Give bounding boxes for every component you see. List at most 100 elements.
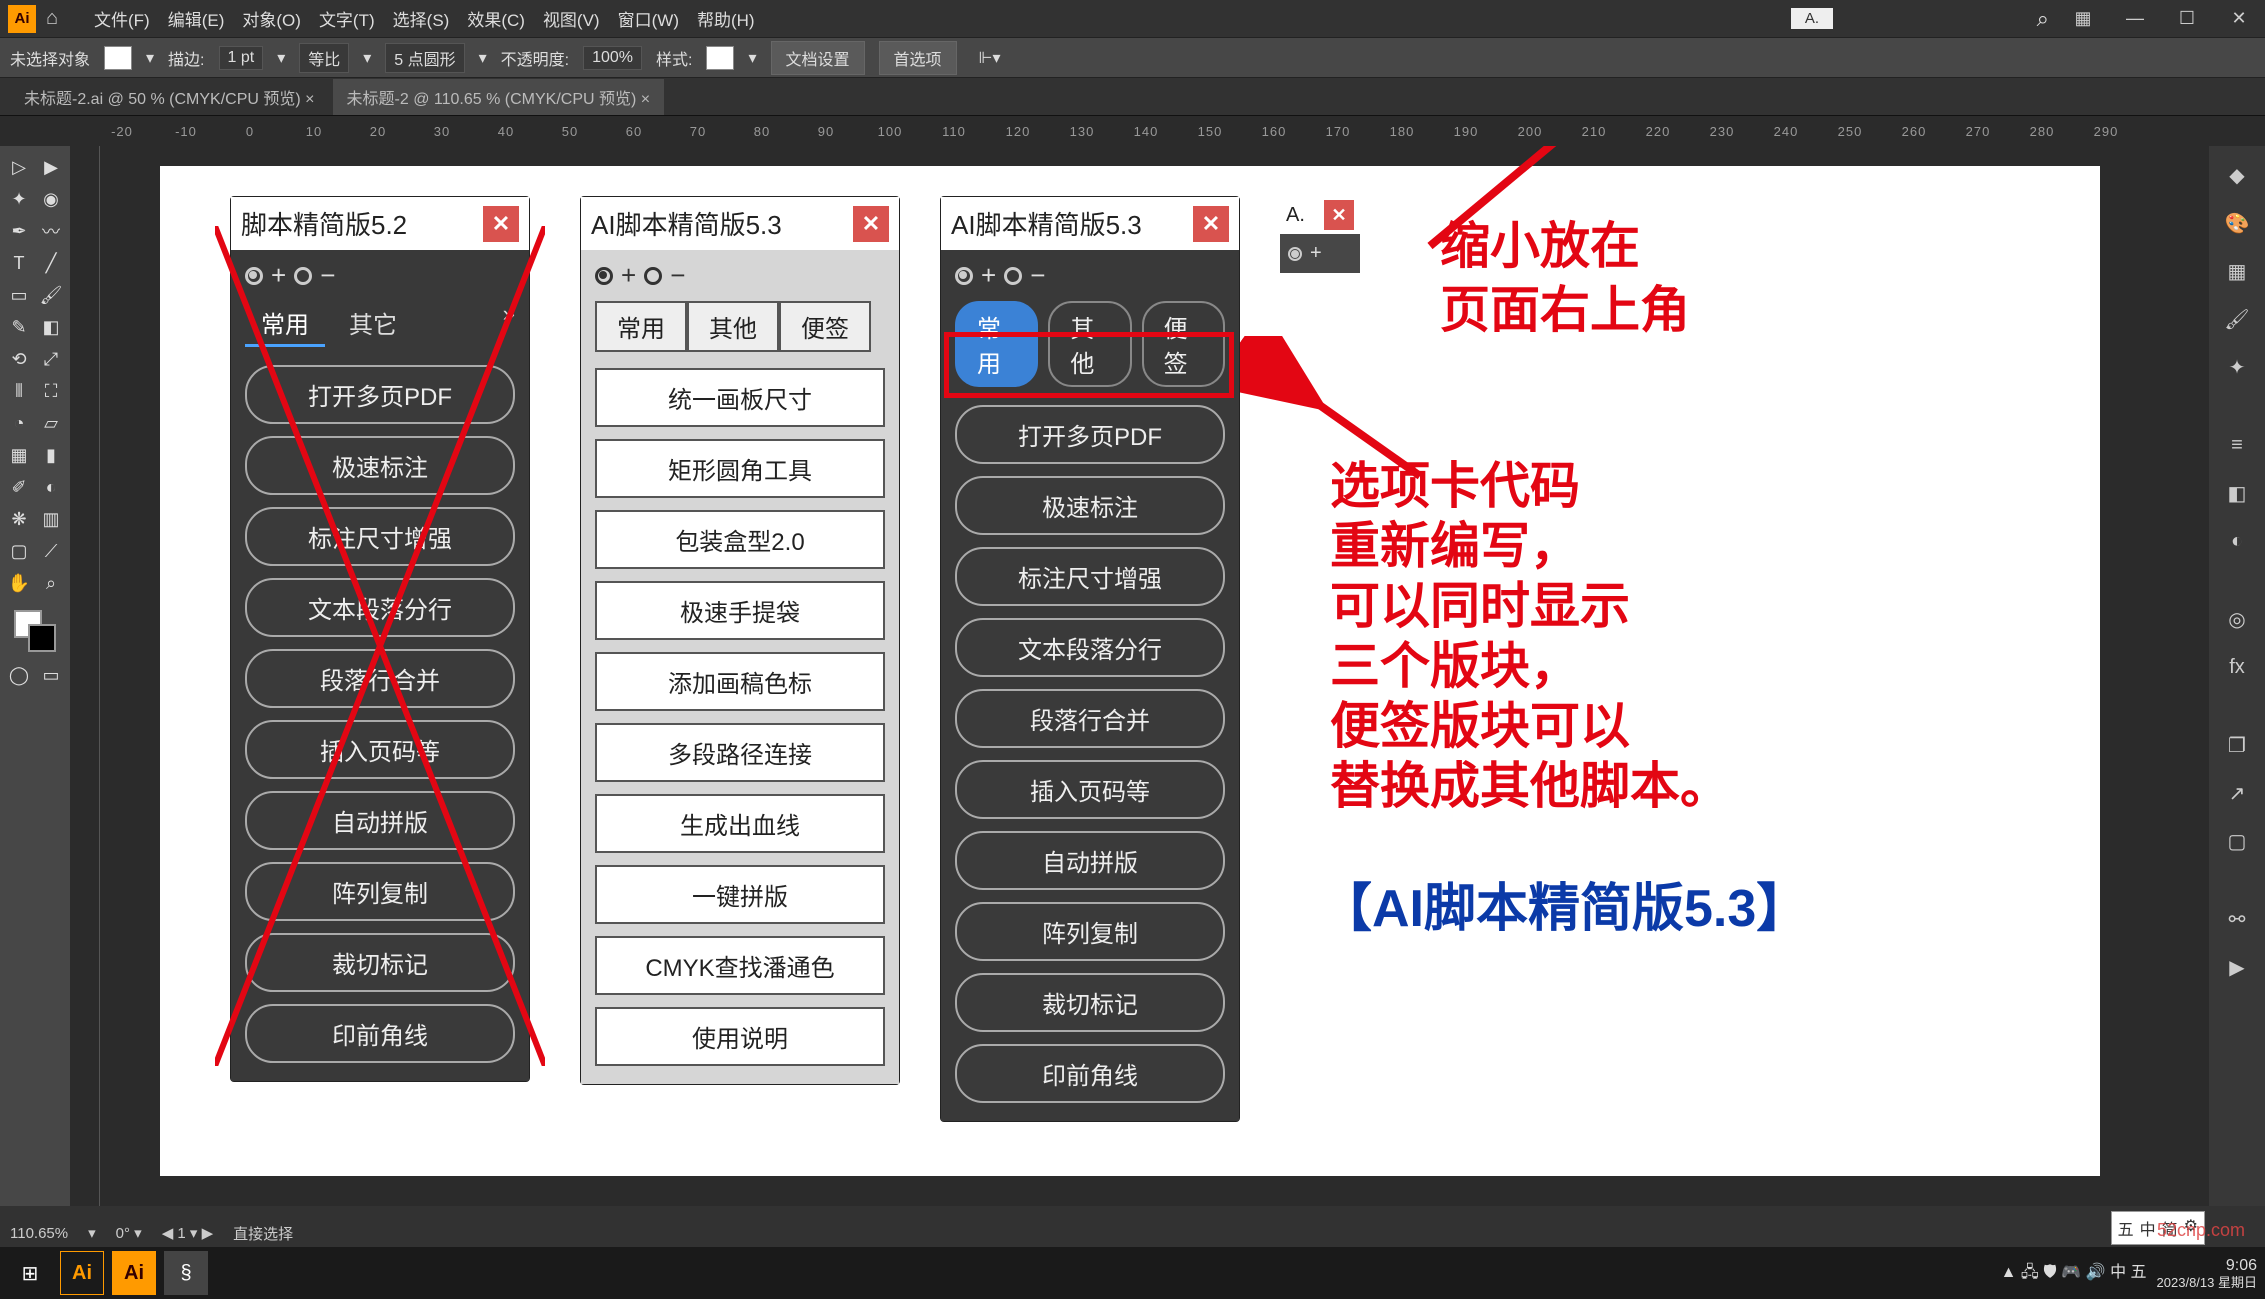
close-button[interactable]: ✕ <box>2221 5 2257 33</box>
start-button[interactable]: ⊞ <box>8 1251 52 1295</box>
radio-on-icon[interactable] <box>595 267 613 285</box>
artboards-icon[interactable]: ▢ <box>2218 822 2256 860</box>
graph-tool[interactable]: ▥ <box>36 504 66 534</box>
swatches-icon[interactable]: ▦ <box>2218 252 2256 290</box>
rect-tool[interactable]: ▭ <box>4 280 34 310</box>
script-button[interactable]: 印前角线 <box>955 1044 1225 1103</box>
stroke-icon[interactable]: ≡ <box>2218 426 2256 464</box>
script-button[interactable]: 标注尺寸增强 <box>955 547 1225 606</box>
arrange-icon[interactable]: ▦ <box>2065 5 2101 33</box>
doc-setup-button[interactable]: 文档设置 <box>771 41 865 75</box>
stroke-weight[interactable]: 1 pt <box>219 46 264 70</box>
minimize-button[interactable]: — <box>2117 5 2153 33</box>
magic-wand-tool[interactable]: ✦ <box>4 184 34 214</box>
hand-tool[interactable]: ✋ <box>4 568 34 598</box>
taskbar-ai-1[interactable]: Ai <box>60 1251 104 1295</box>
shaper-tool[interactable]: ✎ <box>4 312 34 342</box>
script-button[interactable]: 段落行合并 <box>245 649 515 708</box>
script-button[interactable]: 标注尺寸增强 <box>245 507 515 566</box>
script-button[interactable]: 多段路径连接 <box>595 723 885 782</box>
menu-effect[interactable]: 效果(C) <box>467 6 525 31</box>
rotate-tool[interactable]: ⟲ <box>4 344 34 374</box>
align-icon[interactable]: ⊩▾ <box>979 48 1001 68</box>
script-button[interactable]: 文本段落分行 <box>955 618 1225 677</box>
canvas[interactable]: 脚本精简版5.2✕ + − 常用其它» 打开多页PDF极速标注标注尺寸增强文本段… <box>70 146 2209 1206</box>
curvature-tool[interactable]: 〰 <box>36 216 66 246</box>
panel-b-tab-2[interactable]: 其他 <box>687 301 779 352</box>
script-button[interactable]: 阵列复制 <box>955 902 1225 961</box>
script-button[interactable]: 极速手提袋 <box>595 581 885 640</box>
script-button[interactable]: 打开多页PDF <box>245 365 515 424</box>
menu-select[interactable]: 选择(S) <box>393 6 450 31</box>
script-button[interactable]: 裁切标记 <box>955 973 1225 1032</box>
script-button[interactable]: 使用说明 <box>595 1007 885 1066</box>
color-swatches[interactable] <box>14 610 56 652</box>
line-tool[interactable]: ╱ <box>36 248 66 278</box>
zoom-tool[interactable]: ⌕ <box>36 568 66 598</box>
script-button[interactable]: 自动拼版 <box>245 791 515 850</box>
tray-icons[interactable]: ▲ 🖧 🛡 🎮 🔊 中 五 <box>2001 1258 2147 1288</box>
free-transform[interactable]: ⛶ <box>36 376 66 406</box>
uniform-dd[interactable]: 等比 <box>299 43 349 73</box>
graphic-styles-icon[interactable]: fx <box>2218 648 2256 686</box>
zoom-level[interactable]: 110.65% <box>10 1225 68 1242</box>
play-icon[interactable]: ▶ <box>2218 948 2256 986</box>
artboard-nav[interactable]: ◀ 1 ▾ ▶ <box>162 1224 213 1242</box>
panel-b-tab-1[interactable]: 常用 <box>595 301 687 352</box>
script-button[interactable]: 极速标注 <box>955 476 1225 535</box>
panel-a-tab-1[interactable]: 常用 <box>245 301 325 347</box>
gradient-icon[interactable]: ◧ <box>2218 474 2256 512</box>
script-button[interactable]: 一键拼版 <box>595 865 885 924</box>
rotate-icon[interactable]: 0° ▾ <box>116 1224 142 1242</box>
style-swatch[interactable] <box>706 46 734 70</box>
brushes-icon[interactable]: 🖌 <box>2218 300 2256 338</box>
script-button[interactable]: 极速标注 <box>245 436 515 495</box>
scale-tool[interactable]: ⤢ <box>36 344 66 374</box>
panel-a-close[interactable]: ✕ <box>483 206 519 242</box>
type-tool[interactable]: T <box>4 248 34 278</box>
search-icon[interactable]: ⌕ <box>1849 6 2049 32</box>
panel-c-close[interactable]: ✕ <box>1193 206 1229 242</box>
radio-on-icon[interactable] <box>245 267 263 285</box>
symbols-icon[interactable]: ✦ <box>2218 348 2256 386</box>
layers-icon[interactable]: ❐ <box>2218 726 2256 764</box>
chevron-right-icon[interactable]: » <box>503 301 515 347</box>
taskbar-ai-2[interactable]: Ai <box>112 1251 156 1295</box>
links-icon[interactable]: ⚯ <box>2218 900 2256 938</box>
color-icon[interactable]: 🎨 <box>2218 204 2256 242</box>
lasso-tool[interactable]: ◉ <box>36 184 66 214</box>
menu-view[interactable]: 视图(V) <box>543 6 600 31</box>
taskbar-app-3[interactable]: § <box>164 1251 208 1295</box>
radio-off-icon[interactable] <box>294 267 312 285</box>
script-button[interactable]: 阵列复制 <box>245 862 515 921</box>
script-button[interactable]: 文本段落分行 <box>245 578 515 637</box>
width-tool[interactable]: ⫴ <box>4 376 34 406</box>
radio-off-icon[interactable] <box>1004 267 1022 285</box>
panel-a-tab-2[interactable]: 其它 <box>333 301 413 347</box>
perspective-tool[interactable]: ▱ <box>36 408 66 438</box>
menu-edit[interactable]: 编辑(E) <box>168 6 225 31</box>
script-button[interactable]: 包装盒型2.0 <box>595 510 885 569</box>
blend-tool[interactable]: ◐ <box>36 472 66 502</box>
script-button[interactable]: 插入页码等 <box>245 720 515 779</box>
panel-b-close[interactable]: ✕ <box>853 206 889 242</box>
opacity-val[interactable]: 100% <box>583 46 642 70</box>
script-button[interactable]: CMYK查找潘通色 <box>595 936 885 995</box>
screen-mode[interactable]: ▭ <box>36 660 66 690</box>
script-button[interactable]: 裁切标记 <box>245 933 515 992</box>
radio-off-icon[interactable] <box>644 267 662 285</box>
script-button[interactable]: 自动拼版 <box>955 831 1225 890</box>
properties-icon[interactable]: ◆ <box>2218 156 2256 194</box>
transparency-icon[interactable]: ◐ <box>2218 522 2256 560</box>
asset-export-icon[interactable]: ↗ <box>2218 774 2256 812</box>
eraser-tool[interactable]: ◧ <box>36 312 66 342</box>
panel-b-tab-3[interactable]: 便签 <box>779 301 871 352</box>
script-button[interactable]: 统一画板尺寸 <box>595 368 885 427</box>
script-button[interactable]: 插入页码等 <box>955 760 1225 819</box>
slice-tool[interactable]: ⟋ <box>36 536 66 566</box>
menu-type[interactable]: 文字(T) <box>319 6 375 31</box>
menu-object[interactable]: 对象(O) <box>242 6 301 31</box>
home-icon[interactable]: ⌂ <box>46 7 74 30</box>
pen-tool[interactable]: ✒ <box>4 216 34 246</box>
brush-dd[interactable]: 5 点圆形 <box>385 43 464 73</box>
